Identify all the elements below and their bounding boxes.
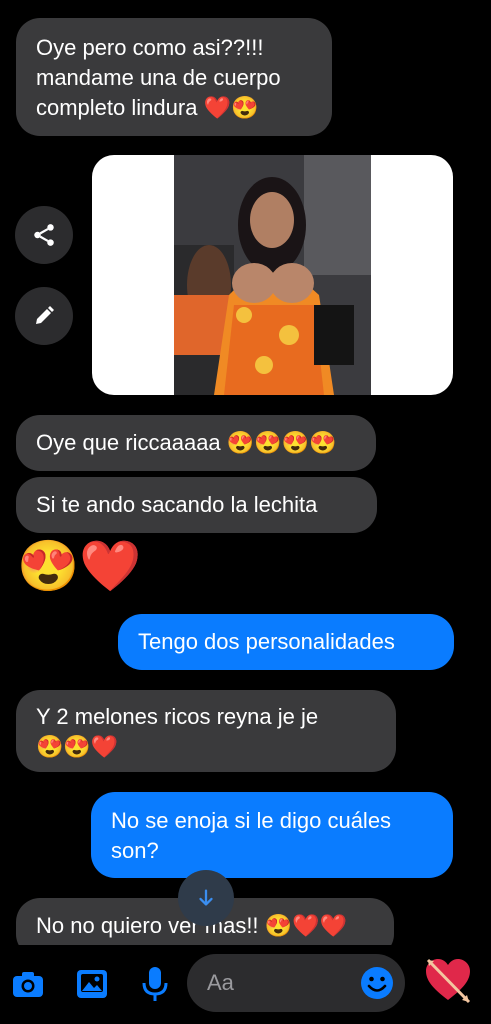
message-incoming[interactable]: Oye que riccaaaaa 😍😍😍😍 bbox=[16, 415, 376, 471]
message-emoji: ❤️😍 bbox=[203, 95, 259, 120]
message-text: Oye que riccaaaaa bbox=[36, 430, 221, 455]
message-input-placeholder: Aa bbox=[207, 970, 234, 995]
message-outgoing[interactable]: No se enoja si le digo cuáles son? bbox=[91, 792, 453, 878]
message-input[interactable]: Aa bbox=[187, 954, 405, 1012]
message-text: Tengo dos personalidades bbox=[138, 629, 395, 654]
camera-button[interactable] bbox=[10, 966, 46, 1002]
edit-button[interactable] bbox=[15, 287, 73, 345]
message-text: No se enoja si le digo cuáles son? bbox=[111, 808, 392, 863]
photo[interactable] bbox=[174, 155, 371, 395]
smiley-icon bbox=[361, 967, 393, 999]
message-text: Si te ando sacando la lechita bbox=[36, 492, 318, 517]
scroll-to-bottom-button[interactable] bbox=[178, 870, 234, 926]
photo-attachment[interactable] bbox=[92, 155, 453, 395]
message-emoji: 😍❤️ bbox=[17, 538, 142, 594]
heart-arrow-icon bbox=[426, 958, 471, 1004]
message-incoming[interactable]: Si te ando sacando la lechita bbox=[16, 477, 377, 533]
arrow-down-icon bbox=[199, 889, 213, 906]
message-text: Y 2 melones ricos reyna je je bbox=[36, 704, 319, 729]
message-emoji: 😍❤️❤️ bbox=[264, 913, 347, 938]
camera-icon bbox=[13, 972, 43, 997]
pencil-icon bbox=[36, 306, 54, 324]
share-icon bbox=[34, 224, 54, 246]
message-incoming[interactable]: Oye pero como asi??!!! mandame una de cu… bbox=[16, 18, 332, 136]
quick-reaction-button[interactable] bbox=[422, 954, 474, 1008]
image-icon bbox=[77, 970, 107, 998]
message-incoming[interactable]: Y 2 melones ricos reyna je je 😍😍❤️ bbox=[16, 690, 396, 772]
emoji-button[interactable] bbox=[359, 965, 395, 1001]
message-emoji: 😍😍❤️ bbox=[36, 734, 119, 759]
message-outgoing[interactable]: Tengo dos personalidades bbox=[118, 614, 454, 670]
microphone-icon bbox=[142, 967, 168, 1001]
message-emoji: 😍😍😍😍 bbox=[226, 430, 337, 455]
share-button[interactable] bbox=[15, 206, 73, 264]
gallery-button[interactable] bbox=[74, 966, 110, 1002]
emoji-message[interactable]: 😍❤️ bbox=[17, 533, 142, 599]
microphone-button[interactable] bbox=[137, 964, 173, 1004]
